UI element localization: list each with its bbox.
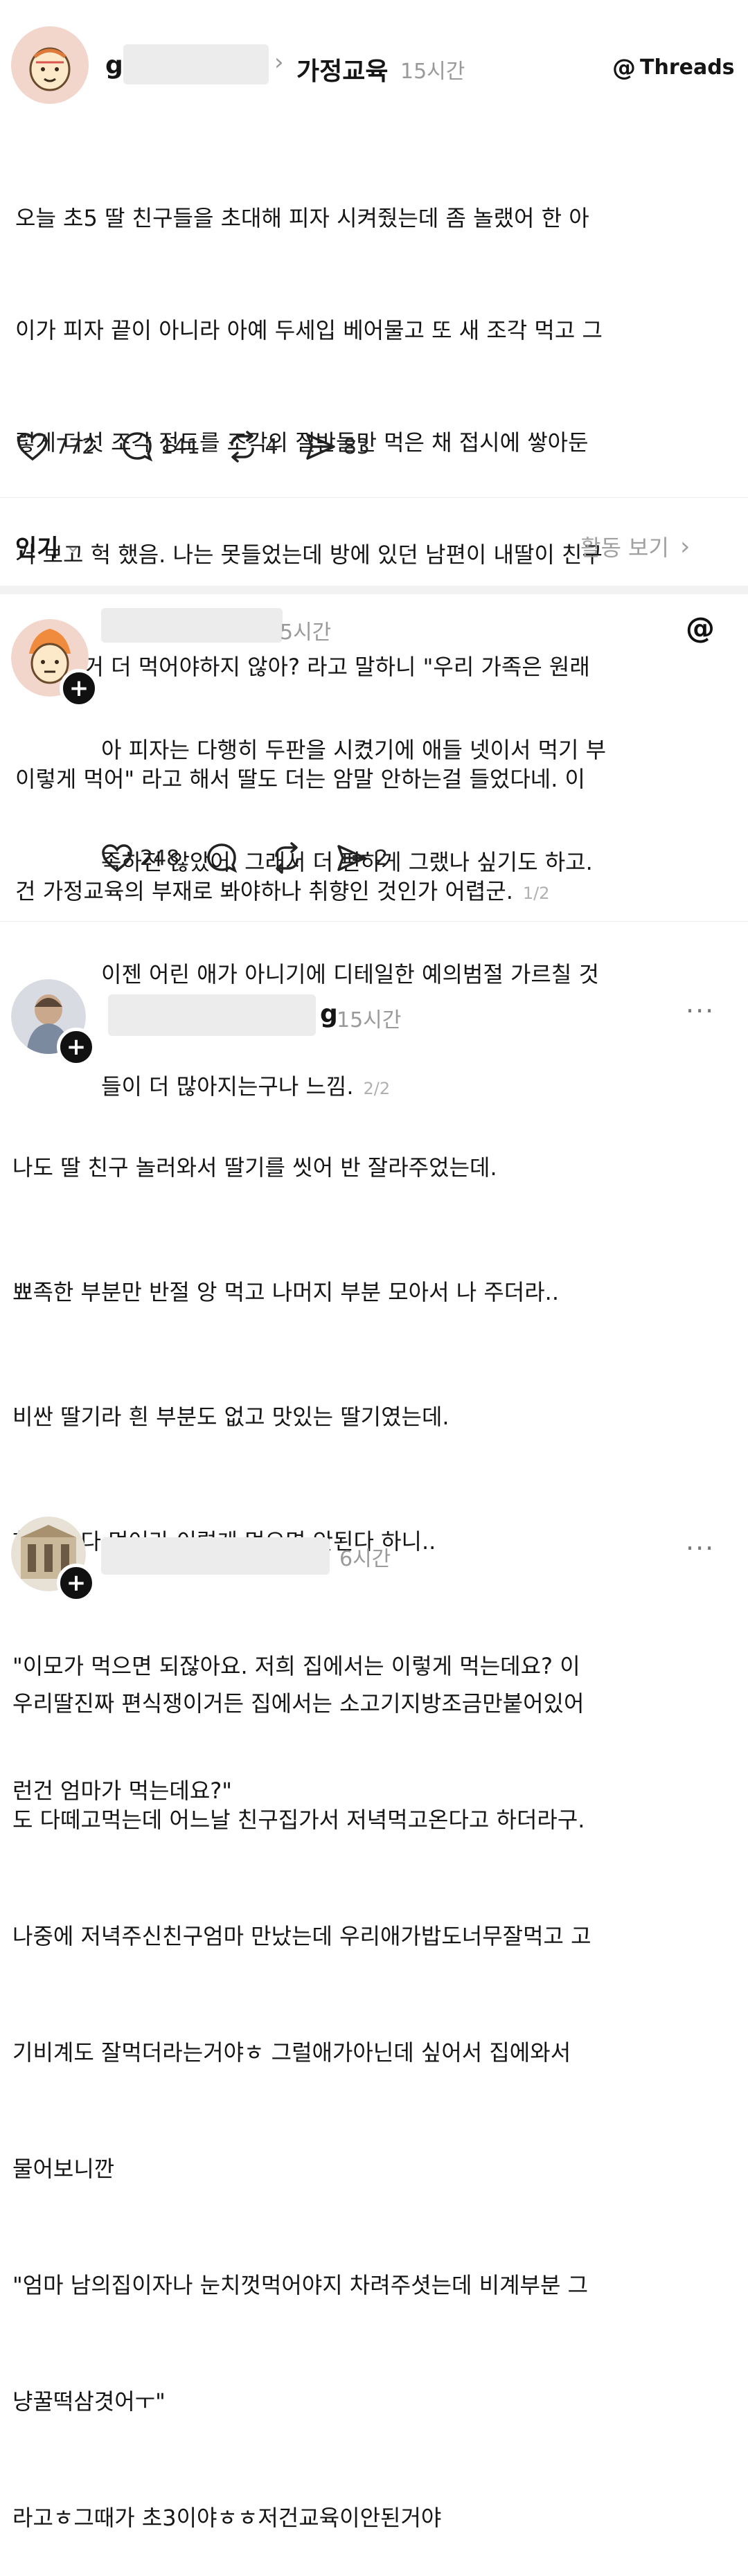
reply-line: 도 다떼고먹는데 어느날 친구집가서 저녁먹고온다고 하더라구. [12,1807,585,1833]
reply-line: 우리딸진짜 편식쟁이거든 집에서는 소고기지방조금만붙어있어 [12,1690,585,1717]
reply-body: 우리딸진짜 편식쟁이거든 집에서는 소고기지방조금만붙어있어 도 다떼고먹는데 … [12,1607,740,2576]
reply-line: 나도 딸 친구 놀러와서 딸기를 씻어 반 잘라주었는데. [12,1154,497,1181]
redacted-username [101,1537,330,1575]
reply-actions: 248 2 [101,842,414,874]
heart-icon [102,844,132,873]
reply-line: 나중에 저녁주신친구엄마 만났는데 우리애가밥도너무잘먹고 고 [12,1923,591,1949]
like-button[interactable]: 772 [17,432,95,461]
reply-line: 이젠 어린 애가 아니기에 디테일한 예의범절 가르칠 것 [101,961,599,987]
reply-line: "엄마 남의집이자나 눈치껏먹어야지 차려주셧는데 비계부분 그 [12,2272,589,2298]
divider [0,921,748,922]
heart-icon [17,433,48,461]
reply-line: 냥꿀떡삼겻어ㅜ" [12,2388,166,2415]
post-author-name[interactable]: g [105,51,123,80]
post-actions: 772 141 4 83 [17,431,396,463]
post-timestamp: 15시간 [400,60,465,84]
redacted-username [101,608,283,643]
comment-icon [207,843,238,873]
send-icon [337,845,367,871]
like-button[interactable]: 248 [101,843,179,873]
threads-brand[interactable]: @ Threads [612,55,735,80]
reply-timestamp: 5시간 [280,620,332,645]
send-icon [305,433,335,460]
reply-line: 뾰족한 부분만 반절 앙 먹고 나머지 부분 모아서 나 주더라.. [12,1279,560,1305]
reply-line: 아 피자는 다행히 두판을 시켰기에 애들 넷이서 먹기 부 [101,737,607,763]
chevron-right-icon: › [274,48,284,76]
repost-button[interactable] [271,842,310,874]
follow-plus-button[interactable]: + [57,1564,96,1602]
post-line: 오늘 초5 딸 친구들을 초대해 피자 시켜줬는데 좀 놀랬어 한 아 [15,205,589,231]
reply-author-name[interactable]: g [320,1000,338,1028]
section-divider [0,586,748,594]
post-line: 이가 피자 끝이 아니라 아예 두세입 베어물고 또 새 조각 먹고 그 [15,317,603,343]
repost-icon [230,431,254,463]
reply-line: 물어보니깐 [12,2156,115,2182]
threads-logo-icon[interactable]: @ [686,611,715,645]
reply-line: 라고ㅎ그때가 초3이야ㅎㅎ저건교육이안된거야 [12,2505,442,2531]
chevron-down-icon: ⌄ [65,535,81,557]
redacted-username [108,994,316,1036]
reply-line: 기비계도 잘먹더라는거야ㅎ 그럴애가아닌데 싶어서 집에와서 [12,2039,571,2066]
activity-link[interactable]: 활동 보기 › [580,530,690,562]
follow-plus-button[interactable]: + [60,669,98,708]
sort-dropdown[interactable]: 인기 ⌄ [15,529,80,563]
reply-timestamp: 15시간 [337,1008,402,1032]
more-options-icon[interactable]: ··· [686,996,715,1026]
chevron-right-icon: › [679,532,691,561]
comment-button[interactable]: 141 [121,431,200,463]
repost-button[interactable]: 4 [226,431,278,463]
post-topic-tag[interactable]: 가정교육 [296,51,388,87]
more-options-icon[interactable]: ··· [686,1533,715,1564]
repost-icon [275,842,299,874]
reply-timestamp: 6시간 [339,1547,391,1571]
comment-icon [123,432,153,462]
follow-plus-button[interactable]: + [57,1028,96,1066]
reply-line: 비싼 딸기라 흰 부분도 없고 맛있는 딸기였는데. [12,1404,449,1430]
divider [0,497,748,498]
comment-button[interactable] [206,842,244,874]
redacted-username [123,44,269,84]
threads-logo-icon: @ [612,53,636,82]
share-button[interactable]: 83 [305,432,370,461]
post-author-avatar[interactable] [11,26,89,104]
share-button[interactable]: 2 [336,843,388,873]
